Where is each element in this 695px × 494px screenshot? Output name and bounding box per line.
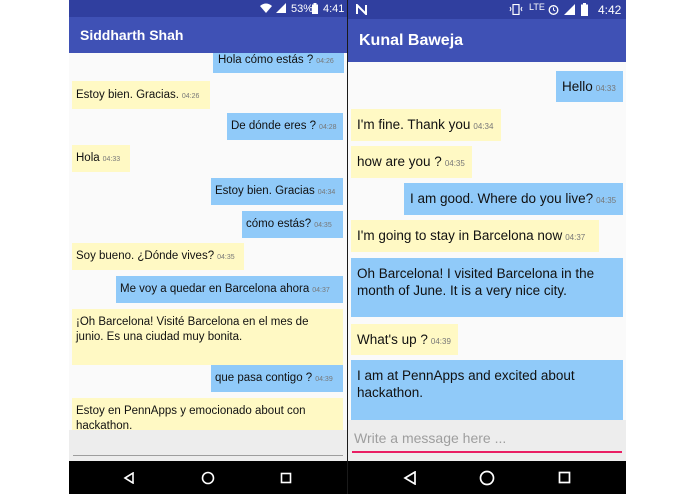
message-text: Hello	[562, 79, 593, 94]
message-input[interactable]	[352, 425, 622, 453]
vibrate-icon	[509, 4, 523, 15]
message-text-line: Estoy en PennApps y emocionado about con	[76, 405, 306, 417]
home-circle-icon	[201, 471, 215, 484]
alarm-icon	[548, 5, 559, 15]
app-bar: Siddharth Shah	[69, 17, 347, 53]
recents-square-icon	[558, 471, 570, 484]
message-text-line: month of June. It is a very nice city.	[357, 283, 567, 298]
message-time: 04:33	[595, 84, 616, 93]
message-text: Hola	[76, 152, 100, 164]
home-button[interactable]	[467, 461, 507, 494]
message-bubble-sent: I am good. Where do you live? 04:35	[404, 183, 623, 215]
message-bubble-received: I'm fine. Thank you 04:34	[351, 109, 501, 141]
message-time: 04:39	[315, 376, 333, 383]
home-circle-icon	[479, 470, 495, 485]
message-bubble-sent: Hola cómo estás ? 04:26	[213, 53, 344, 73]
message-text: Me voy a quedar en Barcelona ahora	[120, 283, 310, 295]
message-text: Soy bueno. ¿Dónde vives?	[76, 250, 215, 262]
message-bubble-received: ¡Oh Barcelona! Visité Barcelona en el me…	[72, 309, 343, 365]
navigation-bar	[69, 461, 347, 494]
message-input[interactable]	[73, 433, 343, 456]
message-text-line: I am at PennApps and excited about	[357, 368, 575, 383]
message-bubble-sent: que pasa contigo ? 04:39	[211, 365, 343, 392]
message-time: 04:35	[314, 222, 332, 229]
message-time: 04:39	[430, 337, 451, 346]
status-bar: LTE 4:42	[348, 0, 626, 19]
message-bubble-sent: Oh Barcelona! I visited Barcelona in the…	[351, 258, 623, 317]
signal-icon	[564, 4, 575, 15]
message-bubble-sent: I am at PennApps and excited about hacka…	[351, 360, 623, 427]
network-type: LTE	[529, 2, 545, 12]
right-phone-screen: LTE 4:42 Kunal Baweja Hello 04:33 I'm fin…	[348, 0, 626, 494]
message-text: que pasa contigo ?	[215, 372, 313, 384]
message-bubble-received: What's up ? 04:39	[351, 324, 458, 355]
status-bar: 53% 4:41	[69, 0, 347, 17]
message-bubble-sent: Hello 04:33	[556, 71, 623, 102]
message-time: 04:26	[316, 58, 334, 65]
message-time: 04:34	[317, 189, 336, 196]
message-text: how are you ?	[357, 154, 442, 169]
battery-percent: 53%	[291, 3, 314, 15]
clock: 4:41	[323, 3, 345, 15]
n-notification-icon	[356, 4, 367, 15]
battery-icon	[312, 3, 318, 14]
message-text: What's up ?	[357, 332, 428, 347]
battery-icon	[581, 3, 588, 16]
message-bubble-received: how are you ? 04:35	[351, 146, 472, 178]
message-bubble-sent: De dónde eres ? 04:28	[227, 113, 343, 140]
compose-bar	[348, 420, 626, 461]
recents-button[interactable]	[266, 461, 306, 494]
message-text-line: Oh Barcelona! I visited Barcelona in the	[357, 266, 595, 281]
back-triangle-icon	[403, 470, 416, 485]
message-bubble-received: Soy bueno. ¿Dónde vives? 04:35	[72, 243, 244, 270]
signal-icon	[276, 3, 286, 13]
compose-bar	[69, 430, 347, 461]
contact-name: Siddharth Shah	[80, 27, 184, 43]
clock: 4:42	[598, 3, 622, 17]
message-text: De dónde eres ?	[231, 120, 317, 132]
back-button[interactable]	[390, 461, 430, 494]
recents-button[interactable]	[544, 461, 584, 494]
message-bubble-received: I'm going to stay in Barcelona now 04:37	[351, 220, 599, 252]
app-bar: Kunal Baweja	[348, 19, 626, 62]
back-triangle-icon	[123, 471, 134, 484]
message-text: Hola cómo estás ?	[218, 54, 314, 66]
message-text-line: ¡Oh Barcelona! Visité Barcelona en el me…	[76, 316, 309, 328]
message-text: I'm going to stay in Barcelona now	[357, 228, 563, 243]
message-list[interactable]: Hola cómo estás ? 04:26 Estoy bien. Graci…	[69, 53, 347, 436]
message-time: 04:28	[319, 124, 337, 131]
message-text: cómo estás?	[246, 218, 312, 230]
message-time: 04:35	[444, 159, 465, 168]
message-text: I'm fine. Thank you	[357, 117, 471, 132]
message-text: I am good. Where do you live?	[410, 191, 594, 206]
message-time: 04:35	[596, 196, 617, 205]
message-bubble-received: Estoy bien. Gracias. 04:26	[72, 81, 210, 109]
message-time: 04:26	[181, 93, 200, 100]
message-bubble-received: Hola 04:33	[72, 145, 130, 172]
message-time: 04:34	[473, 122, 494, 131]
message-text: Estoy bien. Gracias.	[76, 89, 179, 101]
message-text: Estoy bien. Gracias	[215, 185, 315, 197]
message-time: 04:37	[565, 233, 586, 242]
left-phone-screen: 53% 4:41 Siddharth Shah Hola cómo estás …	[69, 0, 347, 494]
message-time: 04:33	[102, 156, 121, 163]
message-bubble-sent: cómo estás? 04:35	[242, 211, 343, 238]
message-time: 04:37	[312, 287, 330, 294]
contact-name: Kunal Baweja	[359, 31, 464, 49]
wifi-icon	[260, 3, 272, 13]
message-text-line: junio. Es una ciudad muy bonita.	[76, 331, 243, 343]
back-button[interactable]	[109, 461, 149, 494]
navigation-bar	[348, 461, 626, 494]
message-bubble-sent: Me voy a quedar en Barcelona ahora 04:37	[116, 276, 343, 303]
message-text-line: hackathon.	[357, 385, 424, 400]
message-time: 04:35	[217, 254, 235, 261]
message-bubble-sent: Estoy bien. Gracias 04:34	[211, 178, 343, 205]
recents-square-icon	[280, 472, 292, 483]
message-list[interactable]: Hello 04:33 I'm fine. Thank you 04:34 how …	[348, 62, 626, 427]
home-button[interactable]	[188, 461, 228, 494]
